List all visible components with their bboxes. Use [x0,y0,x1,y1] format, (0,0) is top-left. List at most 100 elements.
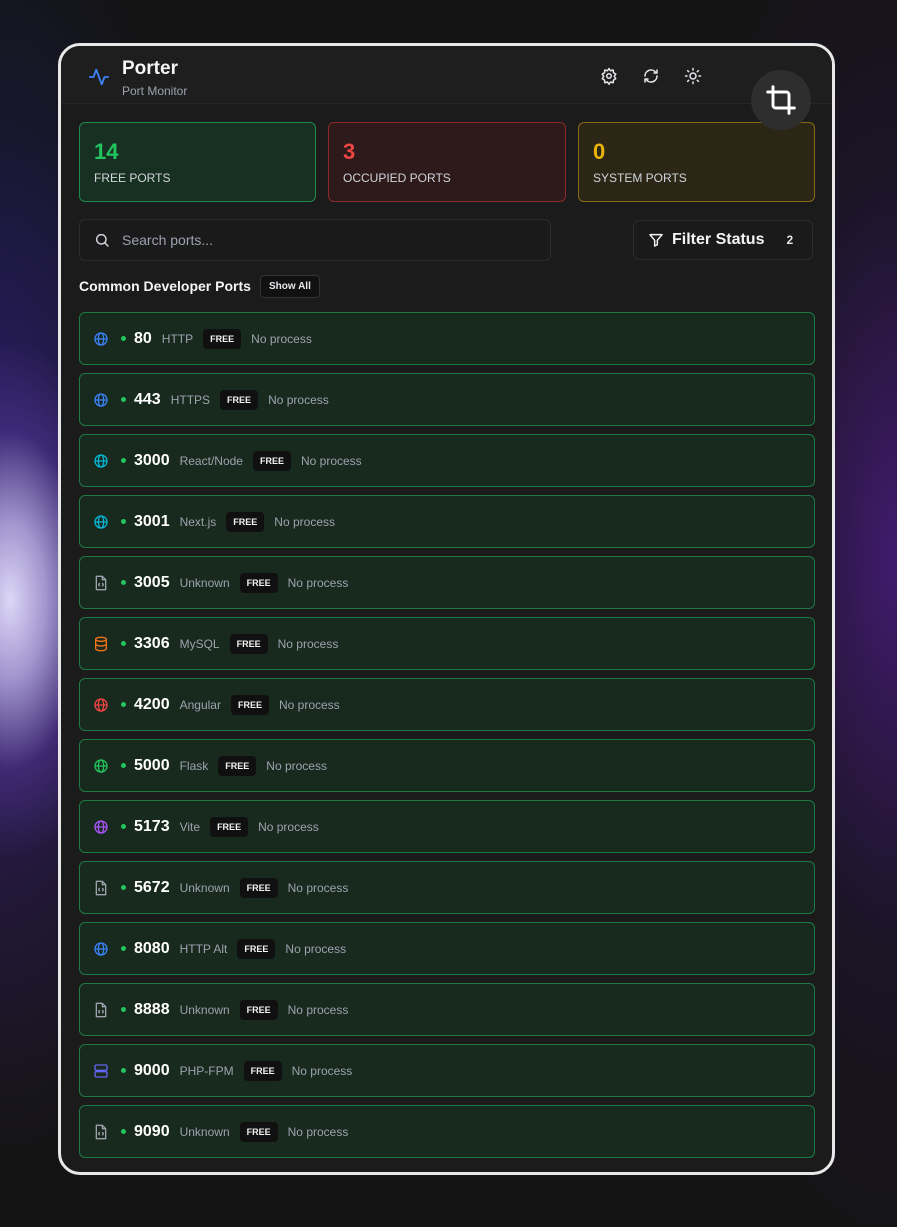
status-badge: FREE [239,572,278,593]
service-name: HTTP [161,331,194,346]
occupied-ports-label: OCCUPIED PORTS [343,171,451,185]
theme-toggle-button[interactable] [683,66,703,86]
service-name: MySQL [179,636,220,651]
system-ports-card: 0 SYSTEM PORTS [578,122,815,202]
service-name: PHP-FPM [179,1063,234,1078]
process-text: No process [287,575,349,590]
port-number: 3000 [134,451,170,469]
free-ports-label: FREE PORTS [94,171,171,185]
port-number: 4200 [134,695,170,713]
process-text: No process [258,819,319,834]
process-text: No process [287,1124,349,1139]
port-number: 8888 [134,1000,170,1018]
file-code-icon [93,1124,109,1140]
app-header: Porter Port Monitor [61,46,832,104]
status-badge: FREE [230,694,269,715]
port-row-3306[interactable]: 3306 MySQL FREE No process [79,617,815,670]
status-dot [121,1007,126,1012]
port-row-3005[interactable]: 3005 Unknown FREE No process [79,556,815,609]
file-code-icon [93,1002,109,1018]
port-row-5000[interactable]: 5000 Flask FREE No process [79,739,815,792]
port-row-5173[interactable]: 5173 Vite FREE No process [79,800,815,853]
status-badge: FREE [226,511,265,532]
status-badge: FREE [229,633,268,654]
globe-icon [93,514,109,530]
search-input[interactable] [122,232,522,248]
activity-icon [88,68,110,86]
status-dot [121,458,126,463]
port-row-9090[interactable]: 9090 Unknown FREE No process [79,1105,815,1158]
process-text: No process [300,453,362,468]
status-badge: FREE [210,816,249,837]
port-number: 8080 [134,939,170,957]
port-row-3000[interactable]: 3000 React/Node FREE No process [79,434,815,487]
filter-count-badge: 2 [786,233,794,247]
app-subtitle: Port Monitor [122,84,188,98]
port-number: 3001 [134,512,170,530]
status-dot [121,885,126,890]
port-row-8888[interactable]: 8888 Unknown FREE No process [79,983,815,1036]
status-badge: FREE [218,755,257,776]
search-box [79,219,551,261]
service-name: Unknown [179,1124,230,1139]
process-text: No process [277,636,339,651]
occupied-ports-card: 3 OCCUPIED PORTS [328,122,566,202]
refresh-button[interactable] [641,66,661,86]
port-row-5672[interactable]: 5672 Unknown FREE No process [79,861,815,914]
filter-status-label: Filter Status [672,231,765,248]
status-dot [121,1129,126,1134]
globe-icon [93,941,109,957]
port-number: 3005 [134,573,170,591]
crop-icon [766,85,796,115]
refresh-icon [644,69,658,83]
system-ports-count: 0 [593,139,606,164]
process-text: No process [287,880,349,895]
filter-status-button[interactable]: Filter Status 2 [633,220,813,260]
occupied-ports-count: 3 [343,139,356,164]
status-badge: FREE [203,328,242,349]
status-dot [121,1068,126,1073]
port-row-4200[interactable]: 4200 Angular FREE No process [79,678,815,731]
section-title: Common Developer Ports [79,278,251,294]
status-dot [121,824,126,829]
status-dot [121,763,126,768]
globe-icon [93,392,109,408]
status-dot [121,336,126,341]
status-badge: FREE [237,938,276,959]
service-name: Flask [179,758,209,773]
service-name: HTTPS [170,392,211,407]
port-row-3001[interactable]: 3001 Next.js FREE No process [79,495,815,548]
port-number: 80 [134,329,152,347]
process-text: No process [291,1063,353,1078]
status-dot [121,641,126,646]
port-number: 9000 [134,1061,170,1079]
globe-icon [93,697,109,713]
service-name: Unknown [179,575,230,590]
settings-button[interactable] [599,66,619,86]
globe-icon [93,453,109,469]
service-name: Next.js [179,514,217,529]
service-name: Angular [179,697,221,712]
process-text: No process [268,392,329,407]
status-badge: FREE [252,450,291,471]
show-all-button[interactable]: Show All [260,275,320,298]
crop-button[interactable] [751,70,811,130]
port-number: 5173 [134,817,170,835]
app-window: Porter Port Monitor 14 FREE PORTS 3 OCCU… [58,43,835,1175]
port-row-9000[interactable]: 9000 PHP-FPM FREE No process [79,1044,815,1097]
status-badge: FREE [239,999,278,1020]
status-dot [121,397,126,402]
filter-icon [649,233,663,247]
file-code-icon [93,575,109,591]
status-dot [121,946,126,951]
file-code-icon [93,880,109,896]
port-row-443[interactable]: 443 HTTPS FREE No process [79,373,815,426]
port-row-8080[interactable]: 8080 HTTP Alt FREE No process [79,922,815,975]
port-row-80[interactable]: 80 HTTP FREE No process [79,312,815,365]
free-ports-card: 14 FREE PORTS [79,122,316,202]
globe-icon [93,819,109,835]
process-text: No process [274,514,335,529]
globe-icon [93,758,109,774]
service-name: React/Node [179,453,243,468]
status-badge: FREE [220,389,259,410]
